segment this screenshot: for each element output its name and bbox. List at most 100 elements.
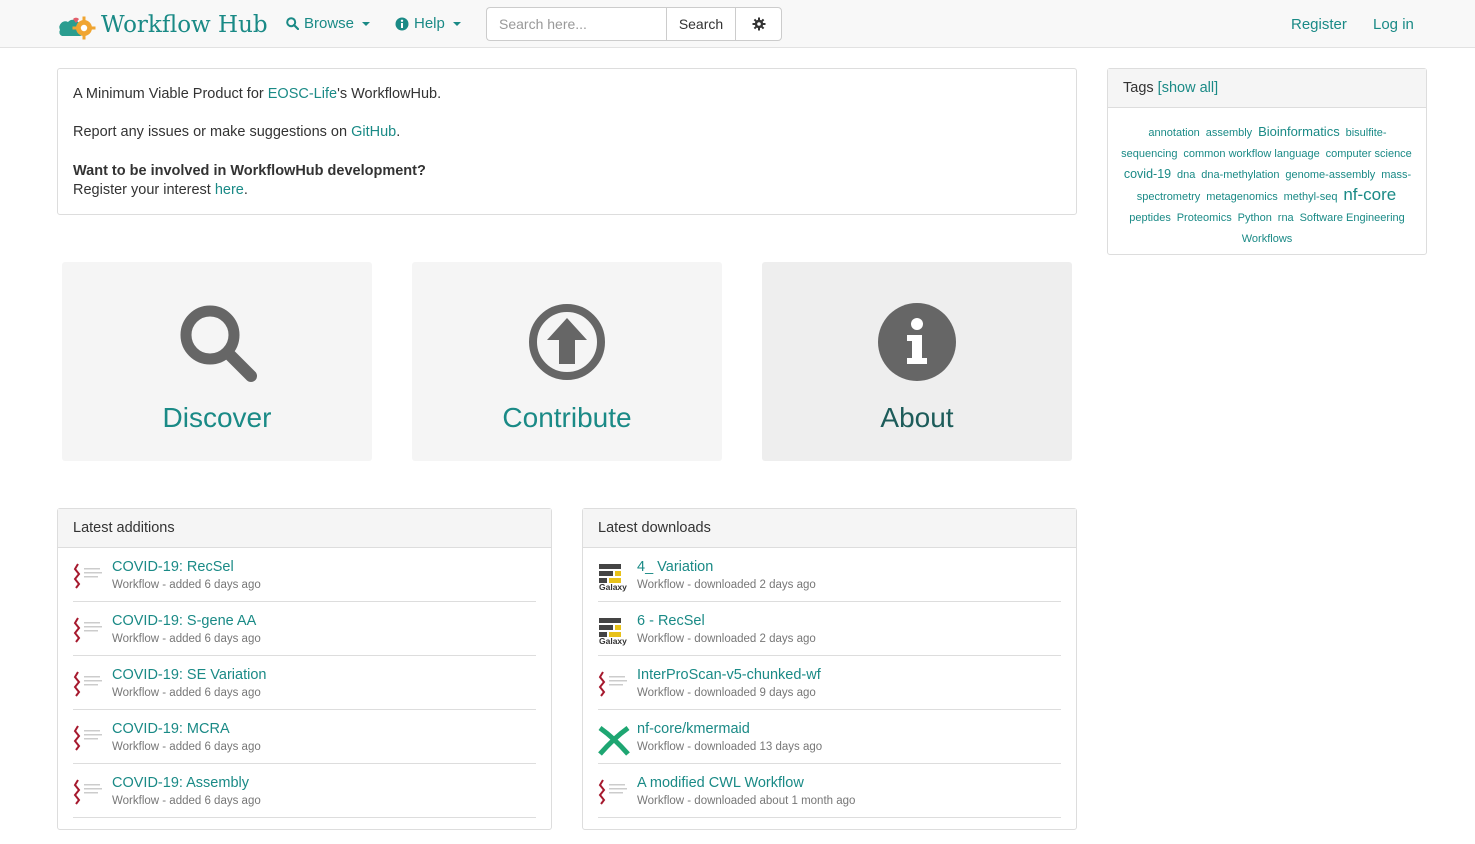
help-menu[interactable]: Help: [395, 15, 461, 32]
tag-link[interactable]: Software Engineering: [1300, 212, 1405, 224]
tag-link[interactable]: assembly: [1206, 127, 1252, 139]
intro-line-2: Report any issues or make suggestions on…: [73, 123, 1061, 142]
cwl-icon: [73, 670, 105, 704]
list-item: COVID-19: SE Variation Workflow - added 6…: [73, 656, 536, 710]
workflow-meta: Workflow - added 6 days ago: [112, 687, 261, 699]
intro-text: Register your interest: [73, 182, 215, 198]
galaxy-label: Galaxy: [599, 582, 627, 592]
info-icon: [395, 17, 409, 30]
tag-link[interactable]: Bioinformatics: [1258, 124, 1340, 139]
workflow-meta: Workflow - downloaded 2 days ago: [637, 633, 816, 645]
workflow-title-link[interactable]: COVID-19: Assembly: [112, 775, 249, 791]
list-item: COVID-19: S-gene AA Workflow - added 6 da…: [73, 602, 536, 656]
workflow-meta: Workflow - added 6 days ago: [112, 741, 261, 753]
tag-link[interactable]: rna: [1278, 212, 1294, 224]
workflow-title-link[interactable]: nf-core/kmermaid: [637, 721, 750, 737]
workflow-title-link[interactable]: InterProScan-v5-chunked-wf: [637, 667, 821, 683]
chevron-down-icon: [452, 21, 461, 26]
about-tile[interactable]: About: [762, 262, 1072, 461]
tag-link[interactable]: Workflows: [1242, 233, 1293, 245]
tag-link[interactable]: metagenomics: [1206, 191, 1278, 203]
intro-panel: A Minimum Viable Product for EOSC-Life's…: [57, 68, 1077, 215]
tag-link[interactable]: common workflow language: [1183, 148, 1319, 160]
cwl-icon: [73, 724, 105, 758]
intro-text: A Minimum Viable Product for: [73, 86, 268, 102]
involvement-heading: Want to be involved in WorkflowHub devel…: [73, 163, 426, 179]
intro-text: Report any issues or make suggestions on: [73, 124, 352, 140]
workflow-title-link[interactable]: A modified CWL Workflow: [637, 775, 804, 791]
tag-link[interactable]: annotation: [1148, 127, 1199, 139]
latest-downloads-header: Latest downloads: [583, 509, 1076, 548]
latest-additions-list: COVID-19: RecSel Workflow - added 6 days …: [58, 548, 551, 818]
search-input[interactable]: [486, 7, 667, 41]
tag-link[interactable]: Proteomics: [1177, 212, 1232, 224]
search-icon: [180, 305, 257, 382]
tag-link[interactable]: nf-core: [1343, 185, 1396, 204]
list-item: COVID-19: Assembly Workflow - added 6 day…: [73, 764, 536, 818]
help-label: Help: [414, 15, 445, 32]
brand-title: Workflow Hub: [101, 12, 268, 38]
upload-arrow-icon: [529, 304, 605, 380]
search-button[interactable]: Search: [666, 7, 736, 41]
navbar: Workflow Hub Browse Help Search here... …: [0, 0, 1475, 48]
workflow-meta: Workflow - downloaded 2 days ago: [637, 579, 816, 591]
intro-line-4: Register your interest here.: [73, 181, 1061, 200]
tag-cloud: annotation assembly Bioinformatics bisul…: [1108, 108, 1426, 263]
workflow-title-link[interactable]: 4_ Variation: [637, 559, 713, 575]
contribute-tile[interactable]: Contribute: [412, 262, 722, 461]
search-settings-button[interactable]: [735, 7, 782, 41]
show-all-tags-link[interactable]: [show all]: [1158, 80, 1218, 96]
search-icon: [286, 17, 299, 30]
cwl-icon: [73, 562, 105, 596]
about-label: About: [880, 402, 954, 433]
discover-label: Discover: [162, 402, 272, 433]
browse-label: Browse: [304, 15, 355, 32]
tag-link[interactable]: Python: [1238, 212, 1272, 224]
galaxy-icon: Galaxy: [598, 616, 630, 650]
intro-text: .: [396, 124, 401, 140]
brand-logo-link[interactable]: Workflow Hub: [57, 10, 268, 40]
register-interest-link[interactable]: here: [215, 182, 244, 198]
workflowhub-logo-icon: [59, 16, 96, 40]
github-link[interactable]: GitHub: [351, 124, 396, 140]
tag-link[interactable]: dna: [1177, 169, 1195, 181]
workflow-title-link[interactable]: COVID-19: RecSel: [112, 559, 234, 575]
tag-link[interactable]: genome-assembly: [1285, 169, 1375, 181]
login-link[interactable]: Log in: [1373, 16, 1414, 33]
tag-link[interactable]: peptides: [1129, 212, 1171, 224]
intro-line-1: A Minimum Viable Product for EOSC-Life's…: [73, 85, 1061, 104]
cwl-icon: [73, 616, 105, 650]
tag-link[interactable]: covid-19: [1124, 167, 1171, 181]
tag-link[interactable]: computer science: [1326, 148, 1412, 160]
workflow-title-link[interactable]: COVID-19: S-gene AA: [112, 613, 256, 629]
workflow-meta: Workflow - downloaded about 1 month ago: [637, 795, 856, 807]
list-item: Galaxy 4_ Variation Workflow - downloaded …: [598, 548, 1061, 602]
cwl-icon: [73, 778, 105, 812]
cwl-icon: [598, 670, 630, 704]
contribute-label: Contribute: [502, 402, 632, 433]
tag-link[interactable]: methyl-seq: [1284, 191, 1338, 203]
discover-tile[interactable]: Discover: [62, 262, 372, 461]
register-link[interactable]: Register: [1291, 16, 1347, 33]
intro-text: 's WorkflowHub.: [337, 86, 442, 102]
nextflow-icon: [598, 724, 630, 758]
tag-link[interactable]: dna-methylation: [1201, 169, 1279, 181]
workflow-meta: Workflow - downloaded 9 days ago: [637, 687, 816, 699]
cwl-icon: [598, 778, 630, 812]
list-item: InterProScan-v5-chunked-wf Workflow - dow…: [598, 656, 1061, 710]
eosc-life-link[interactable]: EOSC-Life: [268, 86, 337, 102]
tags-panel-header: Tags [show all]: [1108, 69, 1426, 108]
latest-downloads-list: Galaxy 4_ Variation Workflow - downloaded …: [583, 548, 1076, 818]
intro-text: .: [243, 182, 248, 198]
workflow-title-link[interactable]: COVID-19: MCRA: [112, 721, 230, 737]
info-icon: [878, 303, 956, 381]
gear-icon: [752, 17, 765, 31]
workflow-title-link[interactable]: 6 - RecSel: [637, 613, 705, 629]
workflow-title-link[interactable]: COVID-19: SE Variation: [112, 667, 266, 683]
tags-heading: Tags: [1123, 80, 1154, 96]
latest-additions-panel: Latest additions COVID-19: RecSel Workflo…: [57, 508, 552, 830]
browse-menu[interactable]: Browse: [286, 15, 371, 32]
galaxy-label: Galaxy: [599, 636, 627, 646]
list-item: Galaxy 6 - RecSel Workflow - downloaded 2 …: [598, 602, 1061, 656]
latest-downloads-panel: Latest downloads Galaxy 4_ Variation Workf…: [582, 508, 1077, 830]
